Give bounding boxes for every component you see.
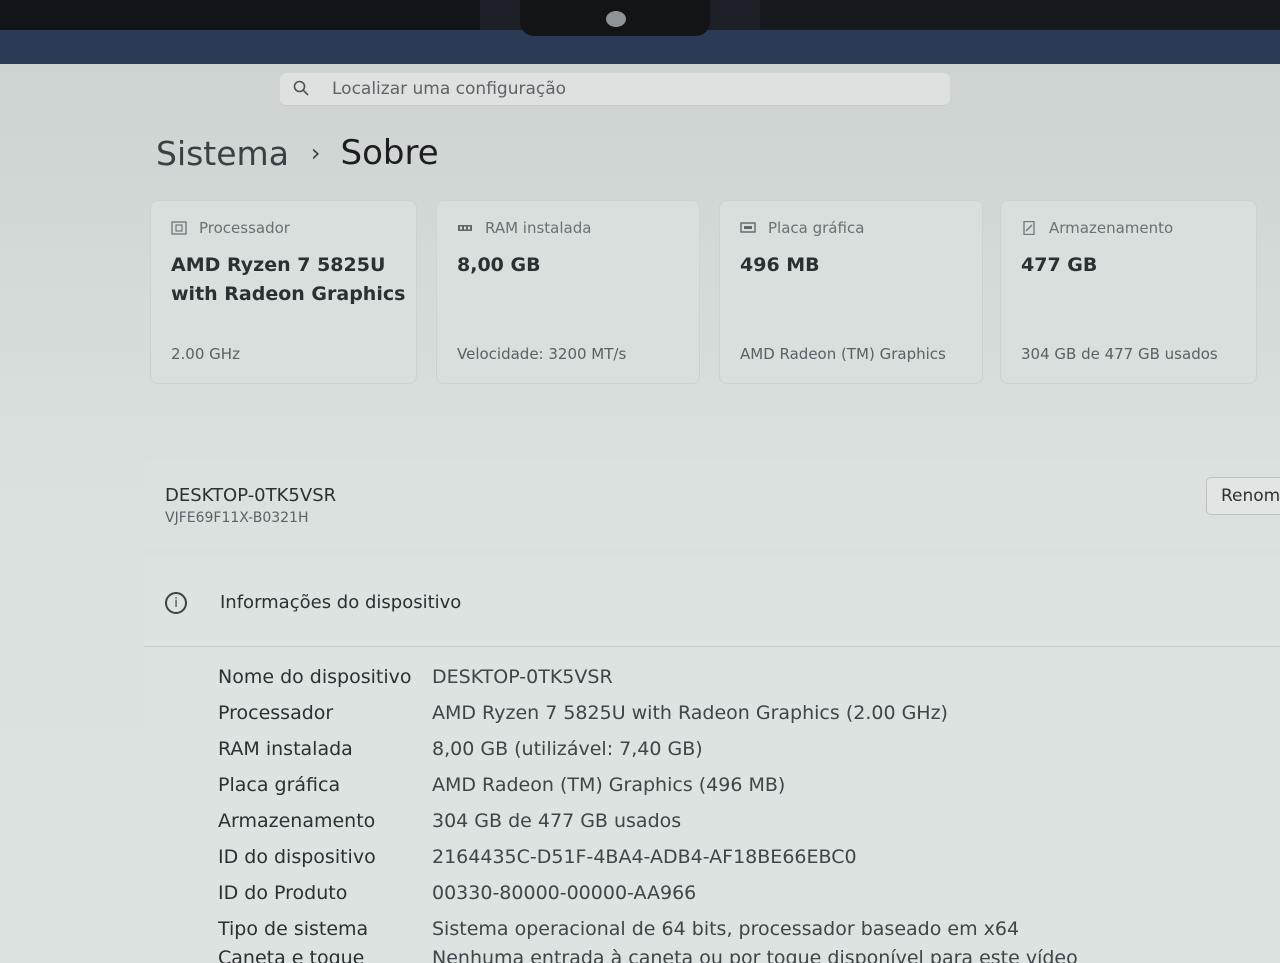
processor-card: Processador AMD Ryzen 7 5825U with Radeo… [150, 200, 417, 384]
spec-label: ID do dispositivo [218, 846, 376, 868]
rename-pc-button[interactable]: Renomear este PC [1206, 477, 1280, 515]
storage-usage: 304 GB de 477 GB usados [1021, 345, 1218, 363]
device-info-header[interactable]: Informações do dispositivo [220, 592, 461, 613]
spec-value: 304 GB de 477 GB usados [432, 810, 682, 832]
spec-label: Nome do dispositivo [218, 666, 412, 688]
spec-label: ID do Produto [218, 882, 348, 904]
bezel-edge-left [0, 0, 480, 30]
spec-value: AMD Radeon (TM) Graphics (496 MB) [432, 774, 786, 796]
spec-row-device-name: Nome do dispositivo DESKTOP-0TK5VSR [218, 666, 1278, 696]
ram-icon [458, 225, 472, 231]
webcam [606, 11, 626, 27]
processor-speed: 2.00 GHz [171, 345, 240, 363]
processor-value: AMD Ryzen 7 5825U with Radeon Graphics [171, 254, 406, 305]
storage-value: 477 GB [1021, 254, 1098, 276]
storage-card: Armazenamento 477 GB 304 GB de 477 GB us… [1000, 200, 1257, 384]
storage-label: Armazenamento [1049, 219, 1174, 237]
storage-icon [1023, 221, 1035, 235]
spec-value: DESKTOP-0TK5VSR [432, 666, 613, 688]
spec-label: RAM instalada [218, 738, 353, 760]
processor-label: Processador [199, 219, 290, 237]
spec-row-processor: Processador AMD Ryzen 7 5825U with Radeo… [218, 702, 1278, 732]
spec-value: 2164435C-D51F-4BA4-ADB4-AF18BE66EBC0 [432, 846, 857, 868]
info-icon: i [165, 592, 187, 614]
spec-value: 00330-80000-00000-AA966 [432, 882, 697, 904]
spec-value: AMD Ryzen 7 5825U with Radeon Graphics (… [432, 702, 948, 724]
spec-label: Armazenamento [218, 810, 376, 832]
graphics-value: 496 MB [740, 254, 820, 276]
ram-speed: Velocidade: 3200 MT/s [457, 345, 627, 363]
spec-label: Tipo de sistema [218, 918, 369, 940]
spec-label: Placa gráfica [218, 774, 341, 796]
ram-card: RAM instalada 8,00 GB Velocidade: 3200 M… [436, 200, 700, 384]
divider [144, 646, 1280, 647]
spec-value: 8,00 GB (utilizável: 7,40 GB) [432, 738, 703, 760]
spec-label: Caneta e toque [218, 947, 365, 963]
search-icon [293, 80, 309, 96]
spec-value: Sistema operacional de 64 bits, processa… [432, 918, 1020, 940]
ram-label: RAM instalada [485, 219, 592, 237]
chevron-right-icon: › [310, 139, 321, 167]
spec-row-device-id: ID do dispositivo 2164435C-D51F-4BA4-ADB… [218, 846, 1278, 876]
spec-row-product-id: ID do Produto 00330-80000-00000-AA966 [218, 882, 1278, 912]
bezel-edge-right [760, 0, 1280, 30]
breadcrumb: Sistema › Sobre [156, 130, 439, 176]
breadcrumb-sistema[interactable]: Sistema [156, 134, 289, 173]
ram-value: 8,00 GB [457, 254, 541, 276]
graphics-label: Placa gráfica [768, 219, 865, 237]
spec-row-pen-touch: Caneta e toque Nenhuma entrada à caneta … [218, 947, 1278, 963]
spec-value: Nenhuma entrada à caneta ou por toque di… [432, 947, 1078, 963]
spec-label: Processador [218, 702, 334, 724]
spec-row-storage: Armazenamento 304 GB de 477 GB usados [218, 810, 1278, 840]
processor-icon [171, 221, 187, 235]
device-name: DESKTOP-0TK5VSR [165, 485, 337, 506]
search-input[interactable] [330, 76, 934, 102]
graphics-card-icon [740, 222, 756, 233]
device-model: VJFE69F11X-B0321H [165, 510, 309, 526]
graphics-card: Placa gráfica 496 MB AMD Radeon (TM) Gra… [719, 200, 983, 384]
spec-row-graphics: Placa gráfica AMD Radeon (TM) Graphics (… [218, 774, 1278, 804]
page-title: Sobre [340, 133, 439, 173]
spec-row-system-type: Tipo de sistema Sistema operacional de 6… [218, 918, 1278, 948]
spec-row-ram: RAM instalada 8,00 GB (utilizável: 7,40 … [218, 738, 1278, 768]
graphics-model: AMD Radeon (TM) Graphics [740, 345, 946, 363]
